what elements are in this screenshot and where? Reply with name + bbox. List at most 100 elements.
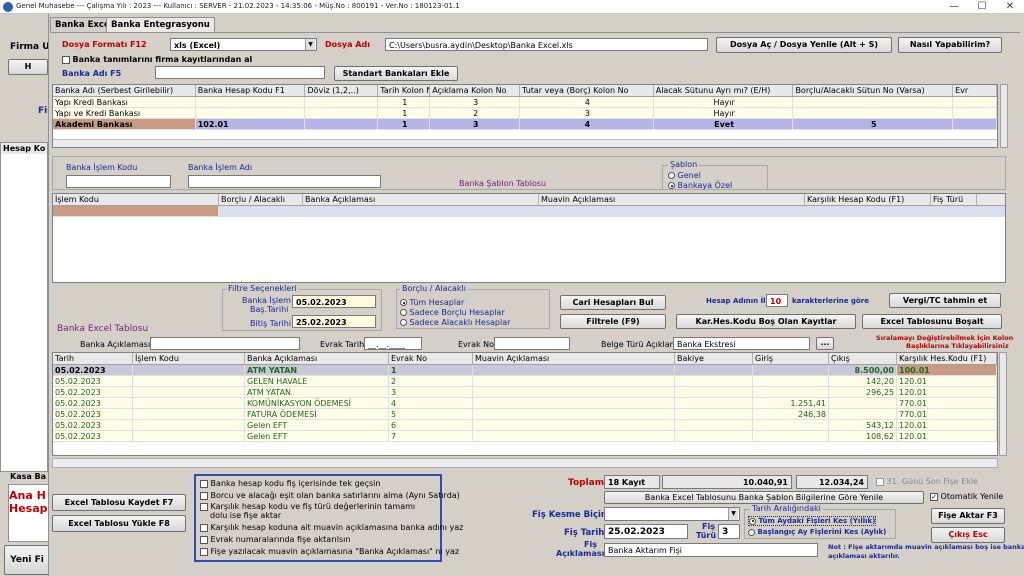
- option-borcu-alacagi-esit[interactable]: Borcu ve alacağı eşit olan banka satırla…: [200, 491, 460, 500]
- checkbox-box[interactable]: [200, 491, 208, 500]
- kar-hes-kodu-bos-button[interactable]: Kar.Hes.Kodu Boş Olan Kayıtlar: [676, 314, 856, 329]
- checkbox-box[interactable]: [200, 547, 208, 556]
- chevron-down-icon[interactable]: ▼: [305, 39, 315, 50]
- dosya-ac-button[interactable]: Dosya Aç / Dosya Yenile (Alt + S): [716, 37, 892, 53]
- sablon-genel-radio[interactable]: Genel: [668, 171, 701, 180]
- column-header[interactable]: Muavin Açıklaması: [539, 194, 805, 205]
- islem-grid[interactable]: İşlem Kodu Borçlu / Alacaklı Banka Açıkl…: [52, 193, 1006, 283]
- checkbox-checked-icon[interactable]: ✓: [930, 492, 938, 501]
- option-banka-aciklamasi-yaz[interactable]: Fişe yazılacak muavin açıklamasına "Bank…: [200, 547, 459, 556]
- radio-icon[interactable]: [400, 309, 407, 316]
- column-header[interactable]: Tutar veya (Borç) Kolon No: [520, 85, 654, 96]
- banka-adi-input[interactable]: [155, 66, 325, 79]
- yeni-fis-button[interactable]: Yeni Fi: [4, 545, 50, 575]
- radio-icon[interactable]: [668, 172, 675, 179]
- column-header[interactable]: İşlem Kodu: [133, 353, 245, 364]
- fis-aciklama-input[interactable]: Banka Aktarım Fişi: [604, 543, 818, 557]
- column-header[interactable]: Banka Açıklaması: [245, 353, 389, 364]
- belge-turu-input[interactable]: Banka Ekstresi: [673, 337, 810, 350]
- column-header[interactable]: Banka Hesap Kodu F1: [196, 85, 306, 96]
- table-row[interactable]: 05.02.2023 GELEN HAVALE 2 142,20 120.01: [53, 376, 997, 387]
- filtrele-button[interactable]: Filtrele (F9): [560, 314, 666, 329]
- option-evrak-numaralari[interactable]: Evrak numaralarında fişe aktarılsın: [200, 535, 350, 544]
- column-header[interactable]: Giriş: [753, 353, 829, 364]
- table-row[interactable]: Yapı ve Kredi Bankası 1 2 3 Hayır: [53, 108, 997, 119]
- column-header[interactable]: Evr: [953, 85, 997, 96]
- chevron-down-icon[interactable]: ▼: [728, 508, 738, 520]
- hesap-adinin-input[interactable]: 10: [766, 294, 788, 307]
- column-header[interactable]: Banka Adı (Serbest Girilebilir): [53, 85, 196, 96]
- sadece-alacakli-radio[interactable]: Sadece Alacaklı Hesaplar: [400, 318, 510, 327]
- table-row[interactable]: 05.02.2023 KOMÜNİKASYON ÖDEMESİ 4 1.251,…: [53, 398, 997, 409]
- column-header[interactable]: Karşılık Hesap Kodu (F1): [805, 194, 931, 205]
- column-header[interactable]: Çıkış: [829, 353, 897, 364]
- column-header[interactable]: Açıklama Kolon No: [430, 85, 521, 96]
- column-header[interactable]: Tarih: [53, 353, 133, 364]
- cikis-button[interactable]: Çıkış Esc: [931, 527, 1005, 543]
- table-row[interactable]: 05.02.2023 Gelen EFT 7 108,62 120.01: [53, 431, 997, 442]
- excel-tablosu-yukle-button[interactable]: Excel Tablosu Yükle F8: [52, 515, 186, 532]
- column-header[interactable]: Alacak Sütunu Ayrı mı? (E/H): [654, 85, 794, 96]
- vertical-scrollbar[interactable]: [1000, 84, 1008, 148]
- background-h-button[interactable]: H: [8, 59, 48, 75]
- checkbox-box[interactable]: [200, 535, 208, 544]
- tum-aydaki-radio[interactable]: Tüm Aydaki Fişleri Kes (Yıllık): [748, 516, 877, 526]
- evrak-tarihi-input[interactable]: __.__.____: [364, 337, 422, 350]
- excel-tablosunu-bosalt-button[interactable]: Excel Tablosunu Boşalt: [862, 314, 1002, 329]
- option-karsilik-dolu[interactable]: Karşılık hesap kodu ve fiş türü değerler…: [200, 502, 415, 511]
- table-row-selected[interactable]: 05.02.2023 ATM YATAN 1 8.500,00 100.01: [53, 365, 997, 376]
- table-row[interactable]: 05.02.2023 ATM YATAN 3 296,25 120.01: [53, 387, 997, 398]
- vertical-scrollbar[interactable]: [999, 352, 1007, 456]
- checkbox-box[interactable]: [876, 477, 884, 486]
- checkbox-box[interactable]: [200, 502, 208, 511]
- evrak-no-input[interactable]: [494, 337, 570, 350]
- maximize-button[interactable]: ☐: [968, 0, 996, 14]
- option-tek-gecsin[interactable]: Banka hesap kodu fiş içerisinde tek geçs…: [200, 479, 380, 488]
- close-button[interactable]: ✕: [996, 0, 1024, 14]
- dosya-formati-select[interactable]: xls (Excel) ▼: [170, 38, 317, 51]
- column-header[interactable]: Döviz (1,2,..): [305, 85, 379, 96]
- sablon-bankaya-ozel-radio[interactable]: Bankaya Özel: [668, 181, 732, 190]
- column-header[interactable]: Karşılık Hes.Kodu (F1): [897, 353, 997, 364]
- table-row[interactable]: Yapı Kredi Bankası 1 3 4 Hayır: [53, 97, 997, 108]
- fise-aktar-button[interactable]: Fişe Aktar F3: [931, 508, 1005, 524]
- column-header[interactable]: Evrak No: [389, 353, 473, 364]
- checkbox-box[interactable]: [200, 523, 208, 532]
- cari-hesaplari-bul-button[interactable]: Cari Hesapları Bul: [560, 295, 666, 310]
- column-header[interactable]: Borçlu / Alacaklı: [219, 194, 303, 205]
- fis-kesme-select[interactable]: ▼: [604, 507, 740, 521]
- vergi-tc-tahmin-button[interactable]: Vergi/TC tahmin et: [889, 293, 1001, 308]
- bas-tarih-input[interactable]: 05.02.2023: [292, 295, 376, 308]
- table-row[interactable]: 05.02.2023 Gelen EFT 6 543,12 120.01: [53, 420, 997, 431]
- column-header[interactable]: Fiş Türü: [931, 194, 977, 205]
- column-header[interactable]: Banka Açıklaması: [303, 194, 539, 205]
- checkbox-box[interactable]: [62, 55, 70, 64]
- column-header[interactable]: Borçlu/Alacaklı Sütun No (Varsa): [793, 85, 954, 96]
- radio-icon[interactable]: [400, 319, 407, 326]
- banka-aciklamasi-input[interactable]: [150, 337, 300, 350]
- column-header[interactable]: Bakiye: [675, 353, 753, 364]
- banka-sablon-grid[interactable]: Banka Adı (Serbest Girilebilir) Banka He…: [52, 84, 998, 148]
- fis-tarihi-input[interactable]: 25.02.2023: [604, 524, 688, 539]
- baslangic-ay-radio[interactable]: Başlangıç Ay Fişlerini Kes (Aylık): [748, 528, 886, 536]
- islem-adi-input[interactable]: [188, 175, 381, 188]
- column-header[interactable]: Tarih Kolon No: [378, 85, 431, 96]
- radio-icon[interactable]: [748, 528, 755, 536]
- sadece-borclu-radio[interactable]: Sadece Borçlu Hesaplar: [400, 308, 505, 317]
- belge-turu-browse-button[interactable]: ...: [816, 337, 834, 350]
- banka-tanimlari-checkbox[interactable]: Banka tanımlarını firma kayıtlarından al: [62, 55, 252, 64]
- radio-selected-icon[interactable]: [400, 299, 407, 306]
- table-row[interactable]: 05.02.2023 FATURA ÖDEMESİ 5 246,38 770.0…: [53, 409, 997, 420]
- table-row[interactable]: [53, 206, 1005, 217]
- fis-turu-input[interactable]: 3: [718, 524, 740, 539]
- standart-bankalari-ekle-button[interactable]: Standart Bankaları Ekle: [334, 66, 458, 81]
- nasil-yapabilirim-button[interactable]: Nasıl Yapabilirim?: [898, 37, 1002, 53]
- gun-son-fis-checkbox[interactable]: 31. Günü Son Fişe Ekle: [876, 477, 978, 486]
- horizontal-scrollbar[interactable]: [52, 458, 998, 468]
- option-banka-adini-yaz[interactable]: Karşılık hesap koduna ait muavin açıklam…: [200, 523, 463, 532]
- otomatik-yenile-checkbox[interactable]: ✓ Otomatik Yenile: [930, 492, 1003, 501]
- table-row-selected[interactable]: Akademi Bankası 102.01 1 3 4 Evet 5: [53, 119, 997, 130]
- excel-tablosu-kaydet-button[interactable]: Excel Tablosu Kaydet F7: [52, 494, 186, 511]
- tum-hesaplar-radio[interactable]: Tüm Hesaplar: [400, 298, 464, 307]
- column-header[interactable]: İşlem Kodu: [53, 194, 219, 205]
